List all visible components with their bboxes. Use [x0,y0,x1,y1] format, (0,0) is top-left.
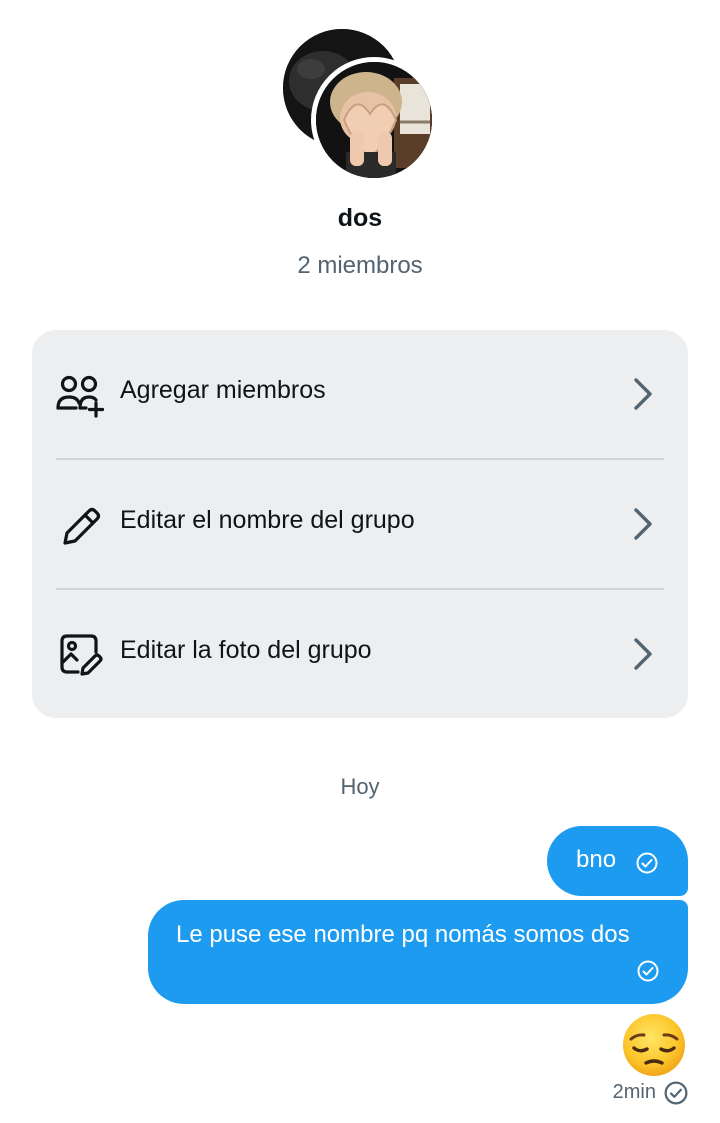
group-name: dos [337,204,383,232]
edit-group-name-label: Editar el nombre del grupo [120,506,415,534]
day-separator: Hoy [340,774,380,799]
edit-group-photo-label: Editar la foto del grupo [120,636,372,664]
message-bubble[interactable]: bno [547,826,688,896]
group-options-card: Agregar miembros Editar el nombre del gr… [32,330,688,718]
message-time: 2min [612,1081,656,1103]
message-text: bno [576,846,617,873]
edit-group-photo-option[interactable]: Editar la foto del grupo [56,590,664,719]
pencil-icon [56,500,106,550]
add-members-icon [56,370,106,420]
pensive-face-icon[interactable] [621,1012,687,1078]
sent-check-icon [637,960,659,982]
message-text: Le puse ese nombre pq nomás somos dos [176,921,630,948]
chevron-right-icon [624,374,660,414]
edit-group-name-option[interactable]: Editar el nombre del grupo [56,460,664,589]
group-members-count[interactable]: 2 miembros [0,252,720,280]
message-bubble[interactable]: Le puse ese nombre pq nomás somos dos [148,900,688,1004]
sent-check-icon [664,1081,688,1110]
chevron-right-icon [624,504,660,544]
add-members-label: Agregar miembros [120,376,326,404]
message-meta: 2min [540,1080,688,1106]
member-avatar-2 [311,57,437,183]
sent-check-icon [636,852,658,874]
edit-photo-icon [56,630,106,680]
group-avatar-stack[interactable] [280,27,440,187]
add-members-option[interactable]: Agregar miembros [56,330,664,459]
chevron-right-icon [624,634,660,674]
